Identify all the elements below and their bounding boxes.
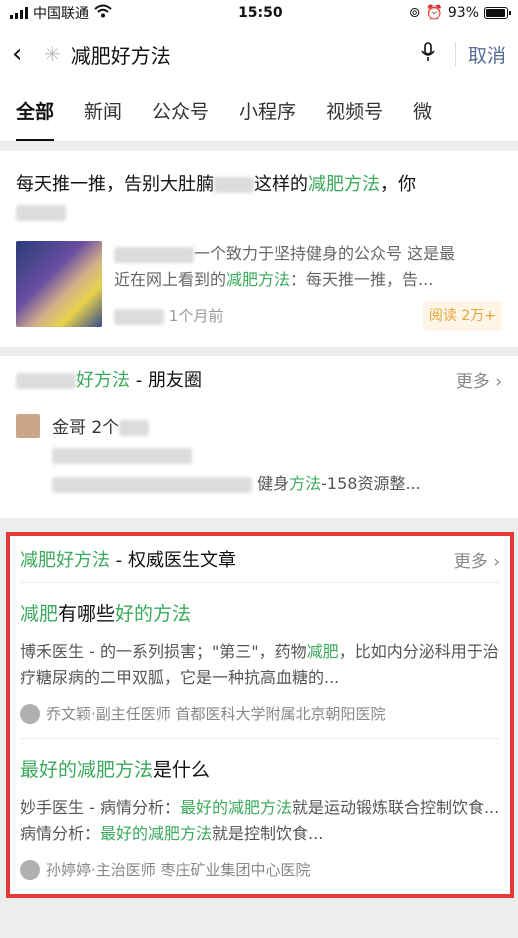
alarm-icon: ⏰ [425, 5, 443, 21]
rotation-lock-icon: ⊚ [408, 5, 421, 21]
chevron-right-icon: › [493, 551, 500, 572]
read-count-badge: 阅读 2万+ [422, 301, 502, 331]
tab-official-accounts[interactable]: 公众号 [152, 82, 209, 141]
doctor-article-item[interactable]: 最好的减肥方法是什么妙手医生 - 病情分析：最好的减肥方法就是运动锻炼联合控制饮… [20, 738, 500, 894]
article-title: 每天推一推，告别大肚腩 这样的减肥方法，你 [16, 171, 502, 227]
doctor-articles-section: 减肥好方法 - 权威医生文章 更多 › 减肥有哪些好的方法博禾医生 - 的一系列… [6, 532, 514, 898]
search-input[interactable]: 减肥好方法 [71, 40, 413, 69]
status-bar: 中国联通 15:50 ⊚ ⏰ 93% [0, 0, 518, 26]
doctor-author: 孙婷婷·主治医师 枣庄矿业集团中心医院 [20, 859, 500, 880]
tab-all[interactable]: 全部 [16, 82, 55, 141]
doctor-section-title: 减肥好方法 - 权威医生文章 [20, 550, 236, 571]
doctor-article-snippet: 妙手医生 - 病情分析：最好的减肥方法就是运动锻炼联合控制饮食...病情分析：最… [20, 798, 500, 843]
back-icon[interactable]: ‹ [12, 39, 40, 69]
tab-news[interactable]: 新闻 [84, 82, 122, 141]
doctor-avatar [20, 859, 40, 880]
status-time: 15:50 [238, 5, 283, 21]
moments-header[interactable]: 好方法 - 朋友圈 更多 › [16, 356, 502, 402]
search-bar: ‹ ✳ 减肥好方法 取消 [0, 26, 518, 82]
doctor-header[interactable]: 减肥好方法 - 权威医生文章 更多 › [20, 536, 500, 582]
tab-mini-programs[interactable]: 小程序 [239, 82, 296, 141]
avatar [16, 414, 40, 438]
moments-title: 好方法 - 朋友圈 [16, 366, 202, 392]
article-description: 一个致力于坚持健身的公众号 这是最 近在网上看到的减肥方法：每天推一推，告...… [114, 241, 502, 331]
tab-bar: 全部 新闻 公众号 小程序 视频号 微 [0, 82, 518, 142]
cancel-button[interactable]: 取消 [468, 41, 506, 68]
doctor-article-title: 最好的减肥方法是什么 [20, 759, 211, 781]
doctor-avatar [20, 703, 40, 724]
article-time: 1个月前 [168, 307, 224, 325]
moments-link[interactable]: 健身方法-158资源整... [52, 470, 502, 498]
moments-post[interactable]: 金哥 2个 健身方法-158资源整... [16, 414, 502, 498]
signal-icon [10, 7, 28, 19]
article-thumbnail [16, 241, 102, 327]
tab-more-truncated[interactable]: 微 [413, 82, 432, 141]
battery-percent: 93% [447, 5, 479, 21]
carrier-label: 中国联通 [33, 6, 89, 22]
article-result[interactable]: 每天推一推，告别大肚腩 这样的减肥方法，你 一个致力于坚持健身的公众号 这是最 近… [0, 151, 518, 347]
search-sparkle-icon: ✳ [44, 42, 61, 66]
doctor-article-snippet: 博禾医生 - 的一系列损害；"第三"，药物减肥，比如内分泌科用于治疗糖尿病的二甲… [20, 642, 499, 687]
microphone-icon[interactable] [413, 41, 443, 67]
battery-icon [484, 7, 511, 19]
wifi-icon [94, 4, 112, 22]
chevron-right-icon: › [495, 371, 502, 392]
moments-section: 好方法 - 朋友圈 更多 › 金哥 2个 健身方法-158资源整... [0, 356, 518, 518]
tab-channels[interactable]: 视频号 [326, 82, 383, 141]
moments-more-link[interactable]: 更多 › [456, 367, 502, 392]
doctor-author: 乔文颖·副主任医师 首都医科大学附属北京朝阳医院 [20, 703, 500, 724]
doctor-article-title: 减肥有哪些好的方法 [20, 603, 192, 625]
poster-name: 金哥 [52, 418, 86, 438]
divider [454, 42, 456, 66]
doctor-article-item[interactable]: 减肥有哪些好的方法博禾医生 - 的一系列损害；"第三"，药物减肥，比如内分泌科用… [20, 582, 500, 738]
doctor-more-link[interactable]: 更多 › [454, 547, 500, 572]
